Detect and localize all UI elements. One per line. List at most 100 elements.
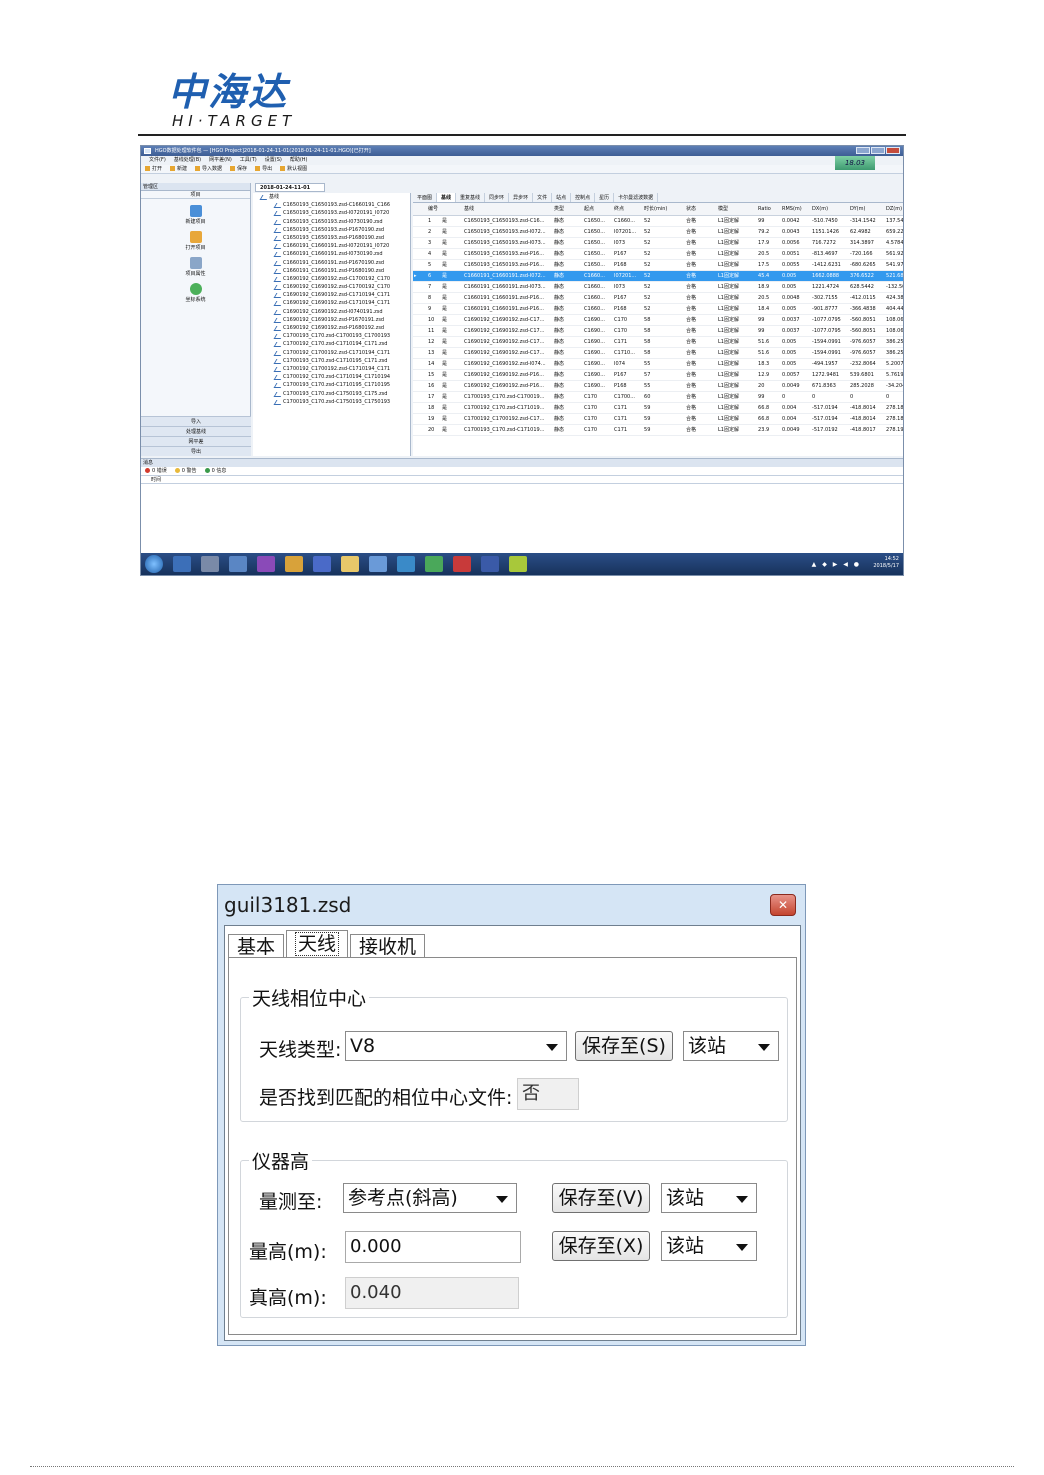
- column-header[interactable]: RMS(m): [781, 203, 812, 216]
- menu-tools[interactable]: 工具(T): [240, 156, 257, 165]
- tree-item[interactable]: C1660191_C1660191.zsd-I0720191_I0720: [253, 242, 410, 250]
- toolbar-export-button[interactable]: 导出: [255, 165, 272, 173]
- tree-item[interactable]: C1700193_C170.zsd-C1710195_C1710195: [253, 381, 410, 389]
- tree-item[interactable]: C1690192_C1690192.zsd-P1680192.zsd: [253, 324, 410, 332]
- table-row[interactable]: ▸ 6 是 C1660191_C1660191.zsd-I072... 静态 C1660.…: [413, 270, 903, 282]
- menu-baseline[interactable]: 基线处理(B): [174, 156, 201, 165]
- measured-height-input[interactable]: 0.000: [345, 1231, 521, 1263]
- table-row[interactable]: 4 是 C1650193_C1650193.zsd-P16... 静态 C1650...…: [413, 248, 903, 260]
- tree-item[interactable]: C1690192_C1690192.zsd-C1710194_C171: [253, 291, 410, 299]
- grid-tab[interactable]: 基线: [437, 193, 457, 202]
- table-row[interactable]: 5 是 C1650193_C1650193.zsd-P16... 静态 C1650...…: [413, 259, 903, 271]
- table-row[interactable]: 20 是 C1700193_C170.zsd-C171019... 静态 C170 C17…: [413, 424, 903, 436]
- table-row[interactable]: 17 是 C1700193_C170.zsd-C170019... 静态 C170 C17…: [413, 391, 903, 403]
- errors-filter[interactable]: 0 错误: [145, 467, 167, 475]
- info-filter[interactable]: 0 信息: [204, 467, 226, 475]
- tree-item[interactable]: C1650193_C1650193.zsd-C1660191_C166: [253, 201, 410, 209]
- column-header[interactable]: 类型: [553, 203, 584, 216]
- taskbar-app-icon[interactable]: [397, 556, 415, 572]
- table-row[interactable]: 9 是 C1660191_C1660191.zsd-P16... 静态 C1660...…: [413, 303, 903, 315]
- taskbar-clock[interactable]: 14:52 2018/5/17: [873, 556, 899, 570]
- save-to-v-button[interactable]: 保存至(V): [552, 1183, 650, 1213]
- toolbar-new-button[interactable]: 新建: [170, 165, 187, 173]
- column-header[interactable]: 模型: [717, 203, 758, 216]
- tree-item[interactable]: C1690192_C1690192.zsd-P1670191.zsd: [253, 316, 410, 324]
- tree-item[interactable]: C1660191_C1660191.zsd-P1670190.zsd: [253, 259, 410, 267]
- tab-receiver[interactable]: 接收机: [350, 934, 426, 958]
- taskbar-app-icon[interactable]: [509, 556, 527, 572]
- maximize-icon[interactable]: [871, 147, 885, 154]
- taskbar-app-icon[interactable]: [229, 556, 247, 572]
- grid-tab[interactable]: 站点: [552, 193, 572, 202]
- minimize-icon[interactable]: [856, 147, 870, 154]
- taskbar-app-icon[interactable]: [425, 556, 443, 572]
- column-header[interactable]: 基线: [463, 203, 554, 216]
- section-process-baseline[interactable]: 处理基线: [141, 426, 251, 436]
- taskbar-app-icon[interactable]: [201, 556, 219, 572]
- column-header[interactable]: 编号: [427, 203, 464, 216]
- toolbar-default-view-button[interactable]: 默认视图: [280, 165, 307, 173]
- grid-tab[interactable]: 控制点: [571, 193, 596, 202]
- tree-item[interactable]: C1690192_C1690192.zsd-C1700192_C170: [253, 283, 410, 291]
- height-scope-select-1[interactable]: 该站: [661, 1183, 757, 1213]
- coordinate-system-item[interactable]: 坐标系统: [141, 283, 250, 303]
- tree-item[interactable]: C1690192_C1690192.zsd-C1700192_C170: [253, 275, 410, 283]
- section-export[interactable]: 导出: [141, 446, 251, 456]
- close-icon[interactable]: [886, 147, 900, 154]
- menu-network[interactable]: 网平差(N): [209, 156, 232, 165]
- open-project-item[interactable]: 打开项目: [141, 231, 250, 251]
- tree-root-baseline[interactable]: 基线: [253, 193, 410, 201]
- toolbar-import-button[interactable]: 导入数据: [195, 165, 222, 173]
- taskbar-app-icon[interactable]: [369, 556, 387, 572]
- grid-tab[interactable]: 平面图: [413, 193, 438, 202]
- save-to-s-button[interactable]: 保存至(S): [575, 1031, 673, 1061]
- measure-to-select[interactable]: 参考点(斜高): [343, 1183, 517, 1213]
- column-header[interactable]: 终点: [613, 203, 644, 216]
- grid-tab[interactable]: 同步环: [485, 193, 510, 202]
- tree-item[interactable]: C1700192_C1700192.zsd-C1710194_C171: [253, 365, 410, 373]
- table-row[interactable]: 14 是 C1690192_C1690192.zsd-I074... 静态 C1690.…: [413, 358, 903, 370]
- table-row[interactable]: 1 是 C1650193_C1650193.zsd-C16... 静态 C1650...…: [413, 215, 903, 227]
- close-icon[interactable]: ✕: [770, 894, 796, 916]
- taskbar-app-icon[interactable]: [481, 556, 499, 572]
- tree-item[interactable]: C1700192_C170.zsd-C1710194_C1710194: [253, 373, 410, 381]
- system-tray-icons[interactable]: ▲ ◆ ▶ ◀ ●: [812, 561, 861, 568]
- column-header[interactable]: DY(m): [849, 203, 886, 216]
- taskbar-app-icon[interactable]: [341, 556, 359, 572]
- table-row[interactable]: 19 是 C1700192_C1700192.zsd-C17... 静态 C170 C17…: [413, 413, 903, 425]
- warnings-filter[interactable]: 0 警告: [174, 467, 197, 475]
- taskbar-app-icon[interactable]: [285, 556, 303, 572]
- tab-antenna[interactable]: 天线: [286, 930, 349, 958]
- table-row[interactable]: 13 是 C1690192_C1690192.zsd-C17... 静态 C1690..…: [413, 347, 903, 359]
- table-row[interactable]: 15 是 C1690192_C1690192.zsd-P16... 静态 C1690..…: [413, 369, 903, 381]
- grid-tab[interactable]: 异步环: [509, 193, 534, 202]
- column-header[interactable]: DX(m): [811, 203, 850, 216]
- tree-item[interactable]: C1700193_C170.zsd-C1710195_C171.zsd: [253, 357, 410, 365]
- section-import[interactable]: 导入: [141, 416, 251, 426]
- tree-item[interactable]: C1700192_C170.zsd-C1710194_C171.zsd: [253, 340, 410, 348]
- table-row[interactable]: 10 是 C1690192_C1690192.zsd-C17... 静态 C1690..…: [413, 314, 903, 326]
- tree-item[interactable]: C1650193_C1650193.zsd-I0720191_I0720: [253, 209, 410, 217]
- tree-item[interactable]: C1700193_C170.zsd-C1700193_C1700193: [253, 332, 410, 340]
- project-properties-item[interactable]: 项目属性: [141, 257, 250, 277]
- tree-item[interactable]: C1650193_C1650193.zsd-P1670190.zsd: [253, 226, 410, 234]
- taskbar-app-icon[interactable]: [313, 556, 331, 572]
- tree-item[interactable]: C1650193_C1650193.zsd-P1680190.zsd: [253, 234, 410, 242]
- table-row[interactable]: 12 是 C1690192_C1690192.zsd-C17... 静态 C1690..…: [413, 336, 903, 348]
- column-header[interactable]: DZ(m): [885, 203, 903, 216]
- tree-item[interactable]: C1660191_C1660191.zsd-P1680190.zsd: [253, 267, 410, 275]
- menu-file[interactable]: 文件(F): [149, 156, 166, 165]
- menu-help[interactable]: 帮助(H): [290, 156, 308, 165]
- tab-basic[interactable]: 基本: [228, 934, 285, 958]
- column-header[interactable]: 状态: [685, 203, 718, 216]
- table-row[interactable]: 16 是 C1690192_C1690192.zsd-P16... 静态 C1690..…: [413, 380, 903, 392]
- table-row[interactable]: 2 是 C1650193_C1650193.zsd-I072... 静态 C1650..…: [413, 226, 903, 238]
- table-row[interactable]: 8 是 C1660191_C1660191.zsd-P16... 静态 C1660...…: [413, 292, 903, 304]
- column-header[interactable]: 起点: [583, 203, 614, 216]
- tree-item[interactable]: C1700193_C170.zsd-C1750193_C1750193: [253, 398, 410, 406]
- column-header[interactable]: 时长(min): [643, 203, 686, 216]
- taskbar-app-icon[interactable]: [453, 556, 471, 572]
- tree-item[interactable]: C1650193_C1650193.zsd-I0730190.zsd: [253, 218, 410, 226]
- grid-tab[interactable]: 卡尔曼滤波数据: [614, 193, 659, 202]
- table-row[interactable]: 3 是 C1650193_C1650193.zsd-I073... 静态 C1650..…: [413, 237, 903, 249]
